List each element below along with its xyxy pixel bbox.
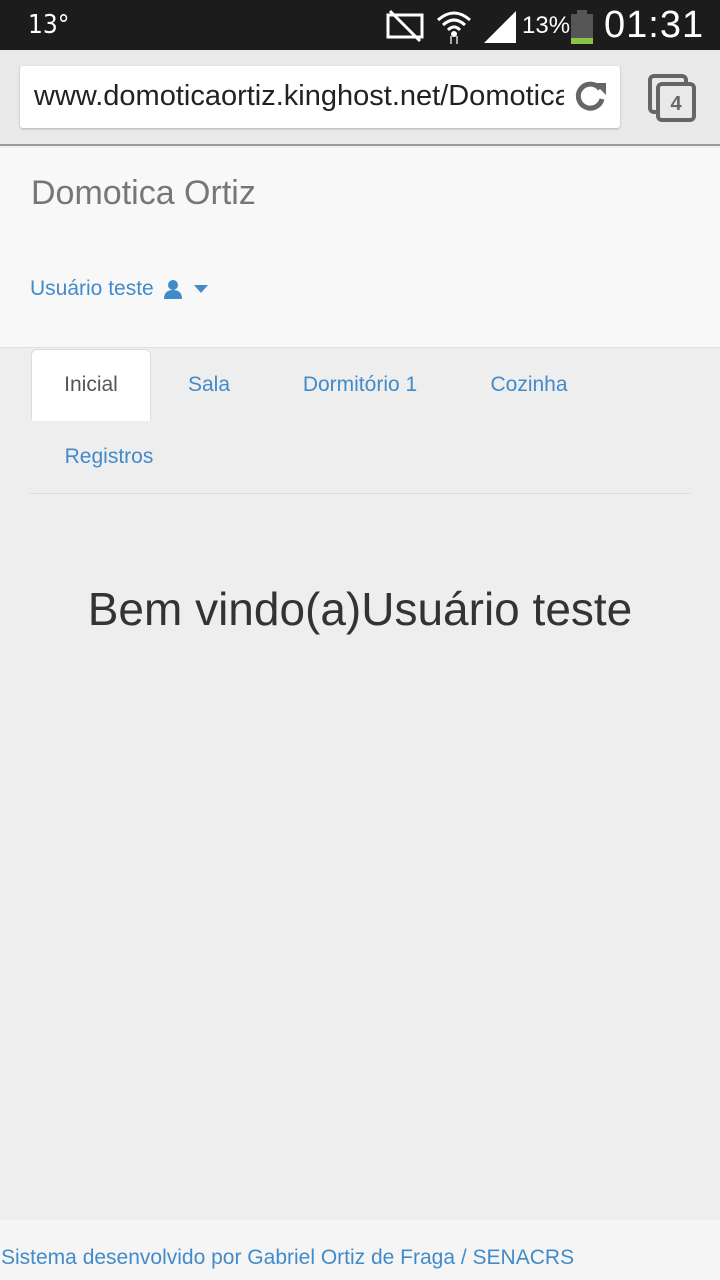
footer: Sistema desenvolvido por Gabriel Ortiz d… xyxy=(0,1220,720,1280)
battery-percent: 13% xyxy=(522,12,571,39)
tab-switcher-button[interactable]: 4 xyxy=(646,74,698,126)
url-text[interactable]: www.domoticaortiz.kinghost.net/Domotica xyxy=(34,80,564,114)
tab-cozinha[interactable]: Cozinha xyxy=(472,349,586,421)
footer-credit-link[interactable]: Sistema desenvolvido por Gabriel Ortiz d… xyxy=(1,1246,574,1270)
signal-icon xyxy=(484,11,516,43)
user-name: Usuário teste xyxy=(30,277,154,300)
user-icon xyxy=(163,280,182,299)
wifi-icon xyxy=(437,11,471,44)
tab-registros[interactable]: Registros xyxy=(46,421,172,493)
tabs-icon: 4 xyxy=(648,74,696,122)
temperature-indicator: 13° xyxy=(28,10,70,40)
clock: 01:31 xyxy=(604,4,705,46)
chevron-down-icon xyxy=(193,285,208,293)
tab-count: 4 xyxy=(670,93,682,115)
welcome-heading: Bem vindo(a)Usuário teste xyxy=(87,583,633,635)
site-navbar: Domotica Ortiz Usuário teste xyxy=(0,148,720,348)
room-tabs: Inicial Sala Dormitório 1 Cozinha Regist… xyxy=(30,348,690,494)
mute-icon xyxy=(386,9,424,43)
reload-icon[interactable] xyxy=(572,79,608,115)
browser-toolbar: www.domoticaortiz.kinghost.net/Domotica … xyxy=(0,50,720,146)
address-bar[interactable]: www.domoticaortiz.kinghost.net/Domotica xyxy=(20,66,620,128)
status-icons xyxy=(384,8,518,44)
tab-sala[interactable]: Sala xyxy=(172,349,246,421)
site-brand[interactable]: Domotica Ortiz xyxy=(31,174,256,213)
tab-dormitorio[interactable]: Dormitório 1 xyxy=(282,349,438,421)
user-dropdown[interactable]: Usuário teste xyxy=(30,274,208,304)
status-bar: 13° 13% 01:31 xyxy=(0,0,720,50)
battery-icon xyxy=(571,10,593,44)
tab-inicial[interactable]: Inicial xyxy=(31,349,151,421)
